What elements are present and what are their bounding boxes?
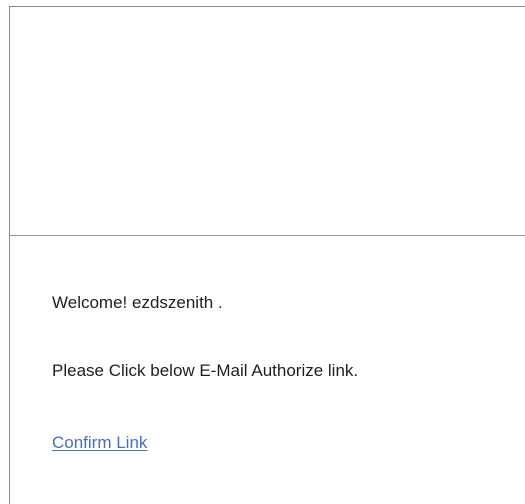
email-body: Welcome! ezdszenith . Please Click below… (10, 236, 525, 504)
authorize-instruction: Please Click below E-Mail Authorize link… (52, 361, 359, 380)
confirm-link[interactable]: Confirm Link (52, 432, 147, 454)
welcome-message: Welcome! ezdszenith . (52, 293, 223, 312)
email-header-area (10, 7, 525, 236)
email-frame: Welcome! ezdszenith . Please Click below… (9, 6, 525, 504)
